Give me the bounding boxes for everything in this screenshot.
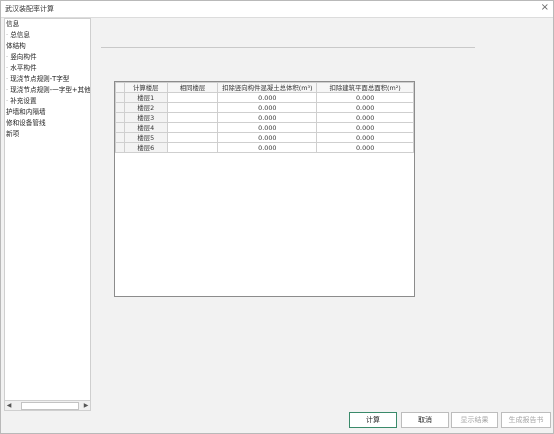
tree-item-label: 现浇节点规则-一字型+其他 <box>10 86 91 94</box>
volume-cell[interactable]: 0.000 <box>217 102 318 113</box>
column-header[interactable]: 相同楼层 <box>166 82 219 93</box>
floor-cell[interactable]: 楼层6 <box>123 142 168 153</box>
show-result-button[interactable]: 显示结果 <box>451 412 498 428</box>
close-icon[interactable]: × <box>541 2 549 14</box>
area-cell[interactable]: 0.000 <box>316 92 414 103</box>
area-cell[interactable]: 0.000 <box>316 142 414 153</box>
title-bar: 武汉装配率计算 × <box>1 1 553 18</box>
generate-report-button[interactable]: 生成报告书 <box>501 412 551 428</box>
tree-item-joint-rule-line[interactable]: · 现浇节点规则-一字型+其他 <box>6 85 91 95</box>
window-title: 武汉装配率计算 <box>5 5 54 13</box>
floor-cell[interactable]: 楼层5 <box>123 132 168 143</box>
tree-item-main-structure[interactable]: 体结构 <box>6 41 26 51</box>
area-cell[interactable]: 0.000 <box>316 132 414 143</box>
tree-item-decoration-equipment[interactable]: 修和设备管线 <box>6 118 46 128</box>
same-floor-cell[interactable] <box>166 112 219 123</box>
tree-item-info[interactable]: 信息 <box>6 19 19 29</box>
same-floor-cell[interactable] <box>166 92 219 103</box>
tree-connector: · <box>6 53 9 61</box>
calculate-button[interactable]: 计算 <box>349 412 397 428</box>
tree-item-enclosure-partition[interactable]: 护墙和内隔墙 <box>6 107 46 117</box>
scroll-left-icon[interactable]: ◀ <box>5 401 13 410</box>
tree-item-label: 修和设备管线 <box>6 119 46 127</box>
row-gutter <box>115 92 125 103</box>
table-row: 楼层2 0.000 0.000 <box>115 102 414 113</box>
category-tree: 信息 · 总信息 体结构 · 竖向构件 · 水平构件 · 现浇节点规则-T字型 … <box>4 18 91 411</box>
tree-item-joint-rule-t[interactable]: · 现浇节点规则-T字型 <box>6 74 69 84</box>
row-gutter <box>115 112 125 123</box>
volume-cell[interactable]: 0.000 <box>217 142 318 153</box>
tree-item-horizontal-members[interactable]: · 水平构件 <box>6 63 37 73</box>
table-row: 楼层4 0.000 0.000 <box>115 122 414 133</box>
table-row: 楼层6 0.000 0.000 <box>115 142 414 153</box>
tree-item-general-info[interactable]: · 总信息 <box>6 30 30 40</box>
same-floor-cell[interactable] <box>166 132 219 143</box>
column-header[interactable]: 计算楼层 <box>123 82 168 93</box>
area-cell[interactable]: 0.000 <box>316 112 414 123</box>
same-floor-cell[interactable] <box>166 122 219 133</box>
table-row: 楼层3 0.000 0.000 <box>115 112 414 123</box>
dialog-window: 武汉装配率计算 × 信息 · 总信息 体结构 · 竖向构件 · 水平构件 · 现… <box>0 0 554 434</box>
column-header[interactable]: 扣除竖向构件混凝土总体积(m³) <box>217 82 318 93</box>
row-gutter <box>115 142 125 153</box>
table-row: 楼层1 0.000 0.000 <box>115 92 414 103</box>
divider <box>101 47 475 48</box>
volume-cell[interactable]: 0.000 <box>217 112 318 123</box>
tree-connector: · <box>6 64 9 72</box>
tree-item-label: 体结构 <box>6 42 26 50</box>
volume-cell[interactable]: 0.000 <box>217 92 318 103</box>
tree-connector: · <box>6 97 9 105</box>
tree-item-supplementary-settings[interactable]: · 补充设置 <box>6 96 37 106</box>
tree-item-label: 总信息 <box>10 31 30 39</box>
tree-connector: · <box>6 86 9 94</box>
tree-connector: · <box>6 75 9 83</box>
tree-item-innovation[interactable]: 新项 <box>6 129 19 139</box>
tree-item-label: 补充设置 <box>10 97 37 105</box>
tree-connector: · <box>6 31 9 39</box>
tree-item-label: 现浇节点规则-T字型 <box>10 75 70 83</box>
row-gutter <box>115 102 125 113</box>
floor-table-panel: 计算楼层 相同楼层 扣除竖向构件混凝土总体积(m³) 扣除建筑平面总面积(m²)… <box>114 81 415 297</box>
table-row: 楼层5 0.000 0.000 <box>115 132 414 143</box>
volume-cell[interactable]: 0.000 <box>217 132 318 143</box>
scrollbar-thumb[interactable] <box>21 402 79 410</box>
column-header[interactable]: 扣除建筑平面总面积(m²) <box>316 82 414 93</box>
horizontal-scrollbar[interactable]: ◀ ▶ <box>5 400 90 410</box>
tree-item-vertical-members[interactable]: · 竖向构件 <box>6 52 37 62</box>
tree-item-label: 水平构件 <box>10 64 37 72</box>
floor-cell[interactable]: 楼层4 <box>123 122 168 133</box>
floor-cell[interactable]: 楼层3 <box>123 112 168 123</box>
content-area: 计算楼层 相同楼层 扣除竖向构件混凝土总体积(m³) 扣除建筑平面总面积(m²)… <box>91 18 551 409</box>
area-cell[interactable]: 0.000 <box>316 102 414 113</box>
same-floor-cell[interactable] <box>166 142 219 153</box>
same-floor-cell[interactable] <box>166 102 219 113</box>
floor-cell[interactable]: 楼层1 <box>123 92 168 103</box>
tree-item-label: 竖向构件 <box>10 53 37 61</box>
cancel-button[interactable]: 取消 <box>401 412 449 428</box>
floor-table: 计算楼层 相同楼层 扣除竖向构件混凝土总体积(m³) 扣除建筑平面总面积(m²)… <box>115 82 414 153</box>
tree-item-label: 护墙和内隔墙 <box>6 108 46 116</box>
area-cell[interactable]: 0.000 <box>316 122 414 133</box>
row-gutter <box>115 122 125 133</box>
tree-item-label: 信息 <box>6 20 20 28</box>
row-gutter <box>115 132 125 143</box>
scroll-right-icon[interactable]: ▶ <box>82 401 90 410</box>
tree-item-label: 新项 <box>6 130 20 138</box>
volume-cell[interactable]: 0.000 <box>217 122 318 133</box>
header-gutter <box>115 82 125 93</box>
table-header-row: 计算楼层 相同楼层 扣除竖向构件混凝土总体积(m³) 扣除建筑平面总面积(m²) <box>115 82 414 93</box>
floor-cell[interactable]: 楼层2 <box>123 102 168 113</box>
